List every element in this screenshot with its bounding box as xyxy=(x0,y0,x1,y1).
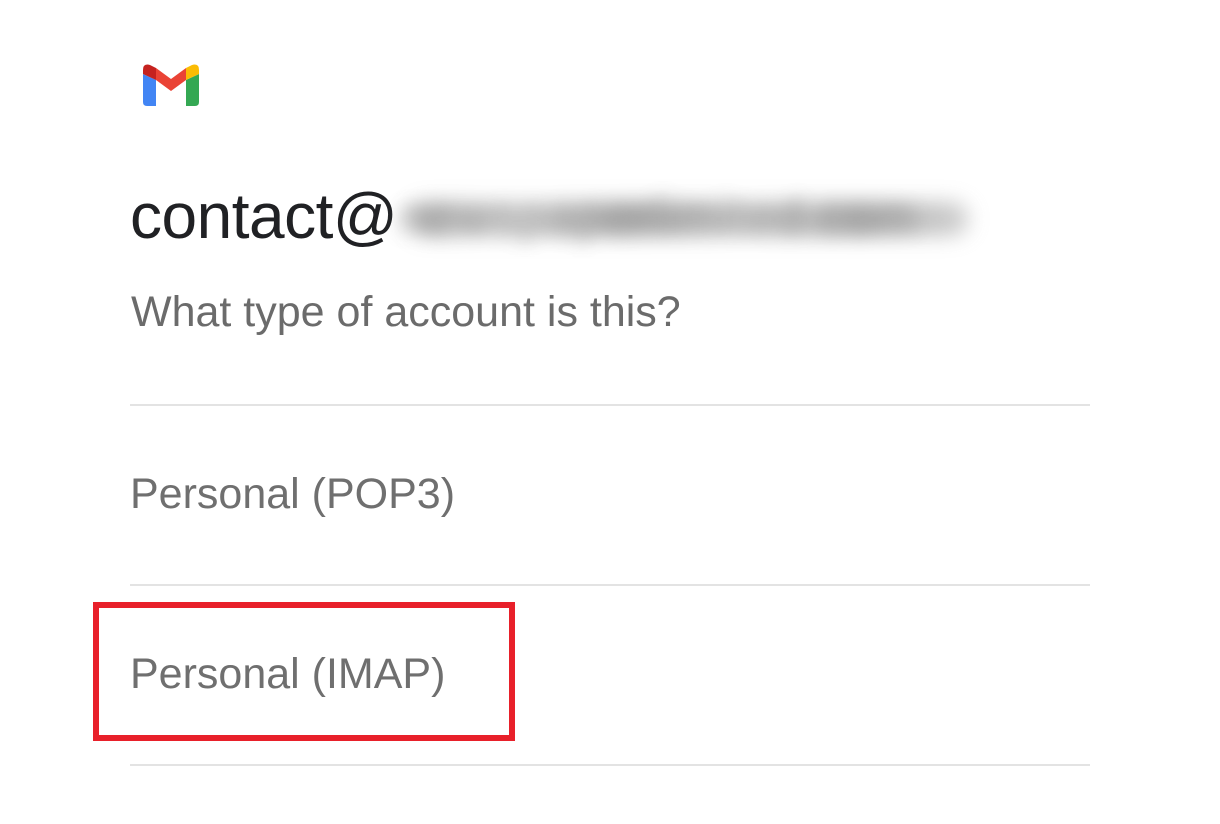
account-email: contact@ newspaperlimited.com xyxy=(130,176,979,256)
email-domain-redacted: newspaperlimited.com xyxy=(399,186,979,246)
email-prefix: contact@ xyxy=(130,180,398,252)
option-label: Personal (IMAP) xyxy=(130,649,446,698)
option-label: Personal (POP3) xyxy=(130,469,456,518)
option-personal-imap[interactable]: Personal (IMAP) xyxy=(130,585,1090,763)
gmail-logo-icon xyxy=(143,64,199,106)
option-personal-pop3[interactable]: Personal (POP3) xyxy=(130,405,1090,583)
account-type-question: What type of account is this? xyxy=(131,288,681,336)
divider xyxy=(130,764,1090,766)
